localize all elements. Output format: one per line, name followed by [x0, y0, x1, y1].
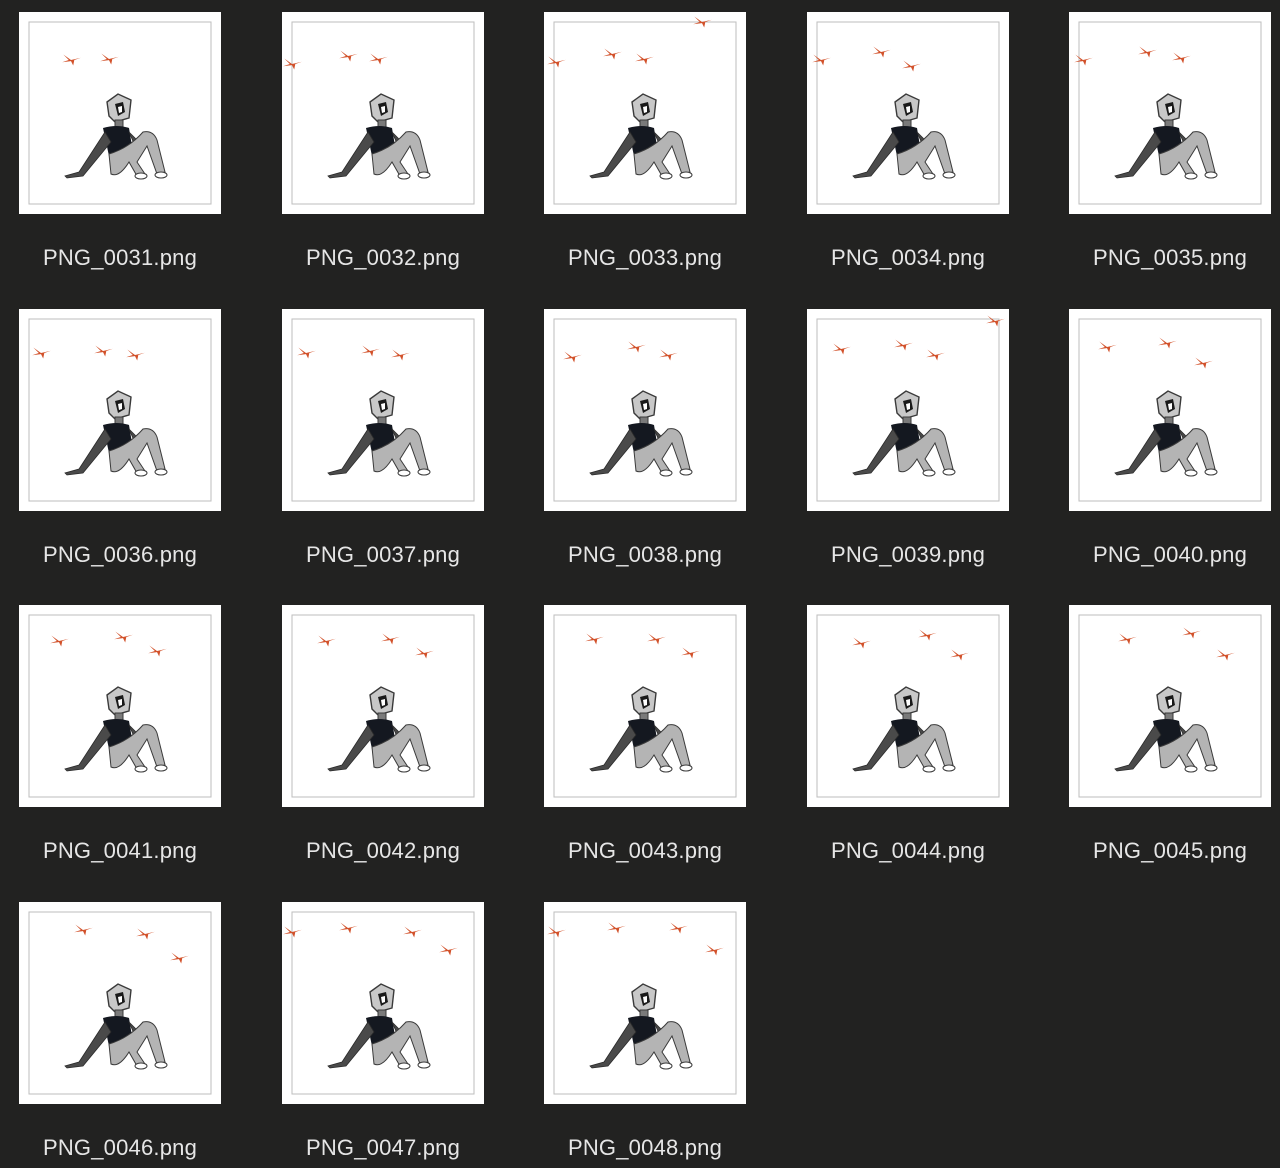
image-preview [1069, 12, 1271, 214]
file-thumbnail[interactable] [544, 12, 746, 214]
file-thumbnail[interactable] [282, 12, 484, 214]
file-item[interactable]: PNG_0043.png [530, 605, 760, 885]
image-preview [807, 605, 1009, 807]
file-thumbnail[interactable] [19, 605, 221, 807]
image-preview [19, 309, 221, 511]
file-name-label[interactable]: PNG_0033.png [530, 244, 760, 272]
image-preview [19, 12, 221, 214]
file-item[interactable]: PNG_0032.png [268, 12, 498, 292]
file-thumbnail[interactable] [282, 605, 484, 807]
file-thumbnail[interactable] [544, 309, 746, 511]
file-item[interactable]: PNG_0035.png [1055, 12, 1280, 292]
image-preview [1069, 605, 1271, 807]
file-name-label[interactable]: PNG_0031.png [5, 244, 235, 272]
image-preview [544, 12, 746, 214]
file-item[interactable]: PNG_0036.png [5, 309, 235, 589]
file-thumbnail[interactable] [1069, 605, 1271, 807]
file-item[interactable]: PNG_0037.png [268, 309, 498, 589]
image-preview [1069, 309, 1271, 511]
file-thumbnail[interactable] [807, 309, 1009, 511]
image-preview [807, 309, 1009, 511]
file-item[interactable]: PNG_0047.png [268, 902, 498, 1168]
file-icon-grid: PNG_0031.png PNG_0032.png PNG_0033.png P… [0, 0, 1280, 1168]
image-preview [282, 902, 484, 1104]
file-thumbnail[interactable] [282, 902, 484, 1104]
file-thumbnail[interactable] [19, 902, 221, 1104]
file-name-label[interactable]: PNG_0042.png [268, 837, 498, 865]
file-item[interactable]: PNG_0031.png [5, 12, 235, 292]
file-item[interactable]: PNG_0045.png [1055, 605, 1280, 885]
file-name-label[interactable]: PNG_0046.png [5, 1134, 235, 1162]
file-item[interactable]: PNG_0033.png [530, 12, 760, 292]
file-name-label[interactable]: PNG_0045.png [1055, 837, 1280, 865]
file-item[interactable]: PNG_0034.png [793, 12, 1023, 292]
file-item[interactable]: PNG_0042.png [268, 605, 498, 885]
image-preview [282, 605, 484, 807]
file-thumbnail[interactable] [807, 605, 1009, 807]
file-name-label[interactable]: PNG_0037.png [268, 541, 498, 569]
image-preview [544, 309, 746, 511]
file-thumbnail[interactable] [282, 309, 484, 511]
file-name-label[interactable]: PNG_0032.png [268, 244, 498, 272]
file-thumbnail[interactable] [544, 605, 746, 807]
file-item[interactable]: PNG_0040.png [1055, 309, 1280, 589]
file-name-label[interactable]: PNG_0044.png [793, 837, 1023, 865]
image-preview [19, 902, 221, 1104]
file-name-label[interactable]: PNG_0034.png [793, 244, 1023, 272]
file-name-label[interactable]: PNG_0041.png [5, 837, 235, 865]
image-preview [282, 12, 484, 214]
image-preview [19, 605, 221, 807]
file-thumbnail[interactable] [1069, 309, 1271, 511]
file-thumbnail[interactable] [19, 309, 221, 511]
image-preview [807, 12, 1009, 214]
file-item[interactable]: PNG_0039.png [793, 309, 1023, 589]
file-thumbnail[interactable] [807, 12, 1009, 214]
file-item[interactable]: PNG_0046.png [5, 902, 235, 1168]
file-name-label[interactable]: PNG_0036.png [5, 541, 235, 569]
file-name-label[interactable]: PNG_0047.png [268, 1134, 498, 1162]
file-item[interactable]: PNG_0044.png [793, 605, 1023, 885]
file-thumbnail[interactable] [19, 12, 221, 214]
file-thumbnail[interactable] [544, 902, 746, 1104]
file-thumbnail[interactable] [1069, 12, 1271, 214]
image-preview [544, 605, 746, 807]
image-preview [282, 309, 484, 511]
image-preview [544, 902, 746, 1104]
file-name-label[interactable]: PNG_0040.png [1055, 541, 1280, 569]
file-name-label[interactable]: PNG_0048.png [530, 1134, 760, 1162]
file-item[interactable]: PNG_0041.png [5, 605, 235, 885]
file-item[interactable]: PNG_0038.png [530, 309, 760, 589]
file-item[interactable]: PNG_0048.png [530, 902, 760, 1168]
file-name-label[interactable]: PNG_0039.png [793, 541, 1023, 569]
file-name-label[interactable]: PNG_0035.png [1055, 244, 1280, 272]
file-name-label[interactable]: PNG_0043.png [530, 837, 760, 865]
file-name-label[interactable]: PNG_0038.png [530, 541, 760, 569]
